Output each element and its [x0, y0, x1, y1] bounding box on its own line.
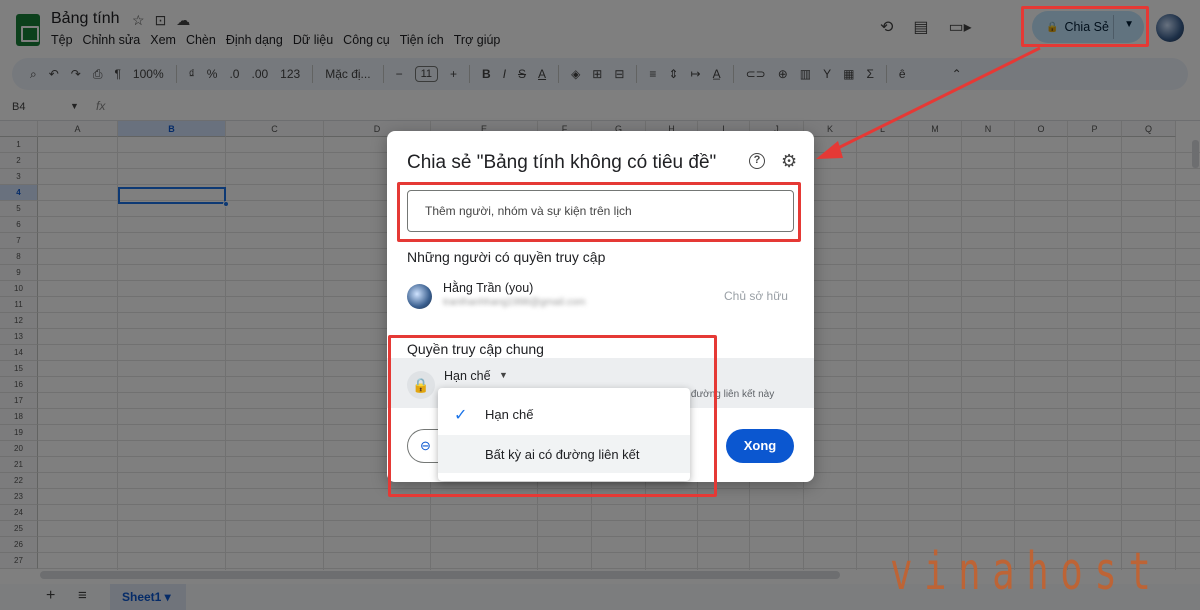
vinahost-watermark: vinahost — [890, 542, 1163, 602]
annotation-arrow — [816, 46, 1041, 159]
